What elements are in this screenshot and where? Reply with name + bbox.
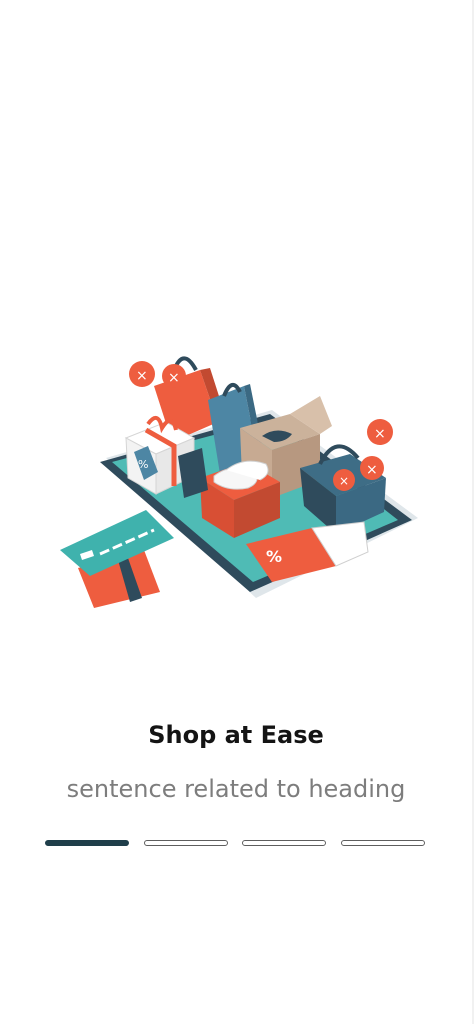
close-icon: × <box>129 361 155 387</box>
page-indicator-dash-2[interactable] <box>144 840 228 846</box>
credit-card-icon <box>60 510 174 608</box>
svg-text:%: % <box>138 458 148 471</box>
page-indicator <box>45 840 429 848</box>
svg-text:%: % <box>266 547 282 566</box>
onboarding-subtitle: sentence related to heading <box>66 775 406 803</box>
page-indicator-dash-4[interactable] <box>341 840 425 846</box>
svg-text:×: × <box>136 368 148 384</box>
svg-text:×: × <box>374 426 386 442</box>
svg-text:×: × <box>366 462 378 478</box>
page-indicator-dash-3[interactable] <box>242 840 326 846</box>
close-icon: × <box>367 419 393 445</box>
close-icon: × <box>162 364 186 388</box>
svg-text:×: × <box>339 474 349 488</box>
svg-text:×: × <box>168 370 180 386</box>
close-icon: × <box>333 469 355 491</box>
close-icon: × <box>360 456 384 480</box>
page-indicator-dash-1[interactable] <box>45 840 129 846</box>
online-shopping-illustration: % % × × × × × <box>50 330 430 620</box>
onboarding-heading: Shop at Ease <box>148 721 324 749</box>
